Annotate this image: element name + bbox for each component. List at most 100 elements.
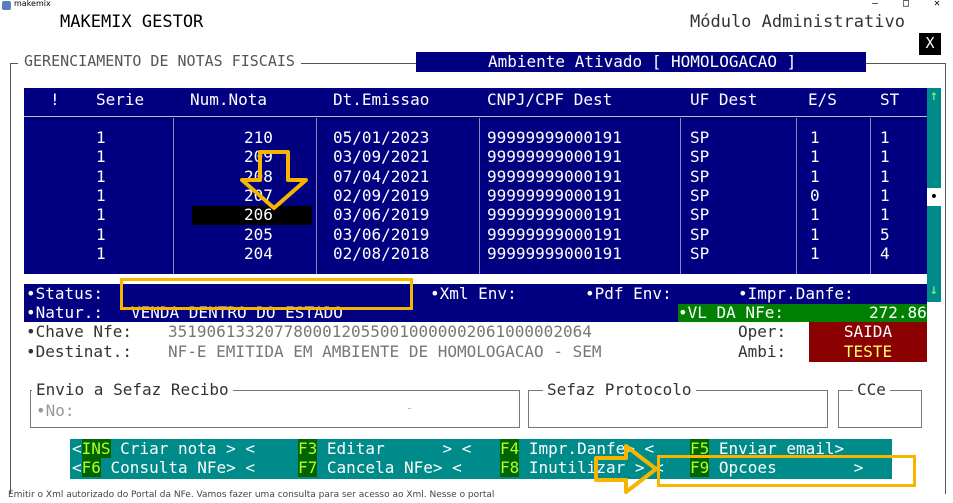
fkey-f3-editar[interactable]: F3 Editar > < [298,439,471,458]
cell-data: 03/06/2019 [333,224,430,244]
cell-serie: 1 [96,128,106,147]
cell-es: 0 [810,185,820,205]
fkey-label: Editar > < [317,439,472,458]
cell-serie: 1 [96,166,106,186]
col-es[interactable]: E/S [808,90,837,109]
fkey-key: INS [81,439,111,458]
environment-badge: Ambiente Ativado [ HOMOLOGACAO ] [416,52,866,72]
cell-num: 204 [244,243,273,263]
scroll-thumb[interactable]: • [927,188,941,206]
cell-uf: SP [690,166,710,186]
cell-st: 5 [880,224,890,244]
oper-value: SAIDA [809,322,927,342]
window-titlebar: makemix – □ ✕ [0,0,953,11]
cell-data: 07/04/2021 [333,166,430,186]
grid-body: 1 210 05/01/2023 99999999000191 SP 1 1 1 209 03/0… [24,128,927,268]
cell-serie: 1 [96,224,106,244]
fkey-f6-consulta-nfe[interactable]: <F6 Consulta NFe> < [72,458,255,477]
cell-uf: SP [690,205,710,225]
cell-es: 1 [810,147,820,167]
fkey-key: F8 [500,458,520,477]
cell-serie: 1 [96,147,106,167]
close-button[interactable]: X [919,33,941,55]
destinat-value: NF-E EMITIDA EM AMBIENTE DE HOMOLOGACAO … [168,342,602,361]
impr-danfe-label: •Impr.Danfe: [738,284,854,303]
cell-st: 4 [880,243,890,263]
cell-data: 05/01/2023 [333,128,430,147]
cell-data: 02/08/2018 [333,243,430,263]
table-row[interactable]: 1 208 07/04/2021 99999999000191 SP 1 1 [24,167,927,186]
maximize-icon[interactable]: □ [899,0,913,9]
down-arrow-annotation-icon [240,150,308,210]
right-arrow-annotation-icon [594,444,658,494]
scroll-down-icon[interactable]: ↓ [927,282,941,304]
footer-caption: Emitir o Xml autorizado do Portal da NFe… [8,490,495,500]
col-uf[interactable]: UF Dest [690,90,757,109]
fkey-ins-criar-nota[interactable]: <INS Criar nota > < [72,439,255,458]
cell-data: 03/06/2019 [333,205,430,225]
cell-cnpj: 99999999000191 [487,147,622,167]
cell-es: 1 [810,224,820,244]
fkey-f7-cancela-nfe[interactable]: F7 Cancela NFe> < [298,458,462,477]
cell-num: 210 [244,128,273,147]
app-icon [2,1,11,10]
cell-st: 1 [880,166,890,186]
minimize-icon[interactable]: – [868,0,882,9]
section-title: GERENCIAMENTO DE NOTAS FISCAIS [18,52,301,70]
cell-st: 1 [880,205,890,225]
cell-data: 02/09/2019 [333,185,430,205]
sefaz-protocolo-title: Sefaz Protocolo [543,380,696,399]
cell-cnpj: 99999999000191 [487,205,622,225]
table-row[interactable]: 1 204 02/08/2018 99999999000191 SP 1 4 [24,244,927,263]
fkey-key: F7 [298,458,318,477]
cell-es: 1 [810,243,820,263]
fkey-key: F6 [81,458,101,477]
table-row[interactable]: 1 209 03/09/2021 99999999000191 SP 1 1 [24,147,927,166]
cce-title: CCe [853,380,890,399]
envio-recibo-title: Envio a Sefaz Recibo [32,380,233,399]
cell-uf: SP [690,243,710,263]
vl-label: •VL DA NFe: [678,303,784,322]
xml-env-label: •Xml Env: [430,284,517,303]
cell-serie: 1 [96,243,106,263]
cell-uf: SP [690,147,710,167]
cell-cnpj: 99999999000191 [487,224,622,244]
table-row[interactable]: 1 210 05/01/2023 99999999000191 SP 1 1 [24,128,927,147]
cell-es: 1 [810,166,820,186]
status-highlight-box [120,278,413,310]
cell-es: 1 [810,205,820,225]
chave-label: •Chave Nfe: [26,322,132,341]
destinat-label: •Destinat.: [26,342,132,361]
fkey-key: F3 [298,439,318,458]
cell-st: 1 [880,147,890,167]
col-cnpj[interactable]: CNPJ/CPF Dest [487,90,612,109]
cell-num: 205 [244,224,273,244]
cell-es: 1 [810,128,820,147]
cell-cnpj: 99999999000191 [487,243,622,263]
cell-uf: SP [690,128,710,147]
cell-uf: SP [690,185,710,205]
table-row[interactable]: 1 205 03/06/2019 99999999000191 SP 1 5 [24,225,927,244]
cell-data: 03/09/2021 [333,147,430,167]
cell-uf: SP [690,224,710,244]
grid-header: ! Serie Num.Nota Dt.Emissao CNPJ/CPF Des… [24,88,927,117]
valor-nfe-box: •VL DA NFe: 272.86 [678,303,927,322]
chave-value: 3519061332077800012055001000000206100000… [168,322,592,341]
table-row[interactable]: 1 207 02/09/2019 99999999000191 SP 0 1 [24,186,927,205]
window-close-icon[interactable]: ✕ [930,0,944,9]
cell-cnpj: 99999999000191 [487,185,622,205]
col-dt-emissao[interactable]: Dt.Emissao [333,90,429,109]
col-serie[interactable]: Serie [96,90,144,109]
col-flag[interactable]: ! [50,90,60,109]
col-num-nota[interactable]: Num.Nota [190,90,267,109]
natur-label: •Natur.: [26,303,104,322]
pdf-env-label: •Pdf Env: [585,284,672,303]
window-name: makemix [14,0,51,8]
col-st[interactable]: ST [880,90,899,109]
scroll-up-icon[interactable]: ↑ [927,88,941,110]
cell-st: 1 [880,185,890,205]
cell-cnpj: 99999999000191 [487,166,622,186]
ambi-value: TESTE [809,342,927,362]
table-row[interactable]: 1 206 03/06/2019 99999999000191 SP 1 1 [24,205,927,224]
no-value[interactable]: - [406,401,413,415]
